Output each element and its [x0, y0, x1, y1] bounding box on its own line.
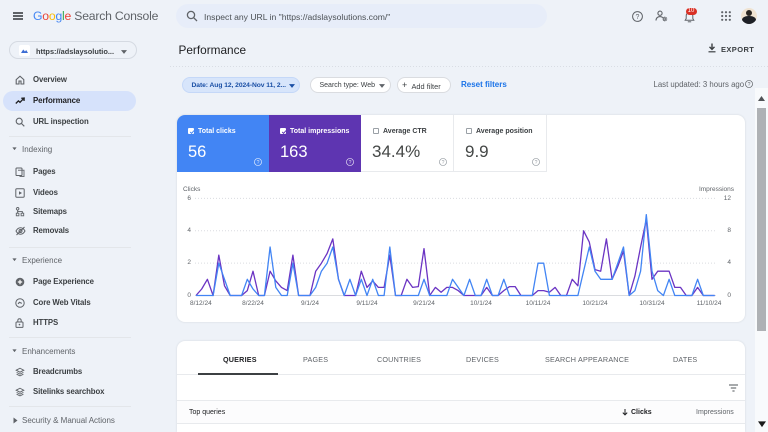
svg-text:?: ?: [748, 82, 751, 88]
svg-text:?: ?: [636, 14, 640, 21]
